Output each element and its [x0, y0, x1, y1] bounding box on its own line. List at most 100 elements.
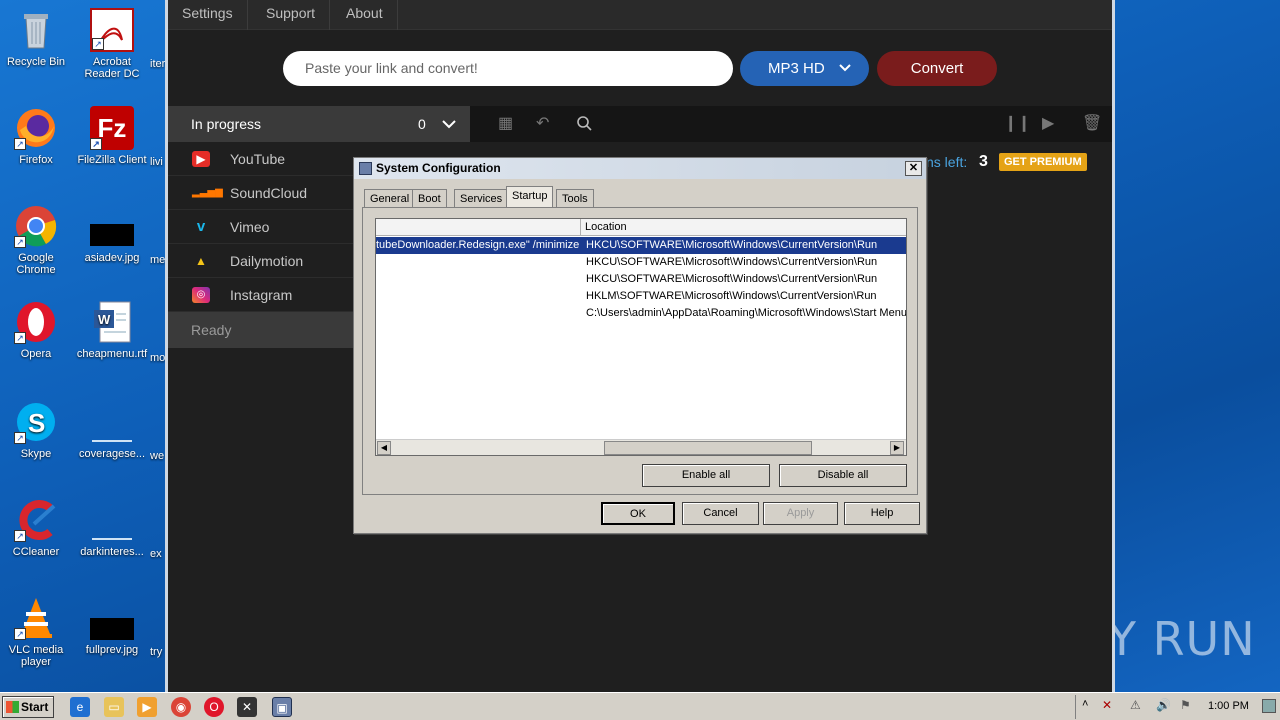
list-item-location: HKCU\SOFTWARE\Microsoft\Windows\CurrentV… [586, 273, 878, 285]
search-icon[interactable] [576, 106, 592, 156]
in-progress-header[interactable]: In progress 0 [168, 106, 470, 142]
list-item[interactable]: tubeDownloader.Redesign.exe" /minimize H… [376, 237, 906, 254]
desktop-icon-coveragese[interactable]: coveragese... [76, 400, 148, 460]
desktop-icon-skype[interactable]: S ↗ Skype [0, 400, 72, 460]
soundcloud-icon: ▂▃▅▆ [192, 187, 223, 198]
tab-services[interactable]: Services [454, 189, 509, 207]
cancel-button[interactable]: Cancel [682, 502, 759, 525]
network-icon[interactable]: ⚠ [1130, 698, 1141, 712]
undo-icon[interactable]: ↶ [536, 106, 549, 142]
sidebar-item-label: YouTube [230, 151, 286, 167]
scroll-left-icon[interactable]: ◀ [377, 441, 391, 455]
desktop-icon-label: we [150, 450, 165, 462]
acrobat-icon: ↗ [90, 8, 134, 52]
format-dropdown[interactable]: MP3 HD [740, 51, 869, 86]
vlc-icon: ↗ [14, 596, 58, 640]
desktop-icon-opera[interactable]: ↗ Opera [0, 300, 72, 360]
word-doc-icon: W [90, 300, 134, 344]
media-player-icon[interactable]: ▶ [137, 697, 157, 717]
column-header-command[interactable] [376, 219, 581, 236]
dialog-titlebar[interactable]: System Configuration ✕ [354, 158, 926, 179]
chevron-down-icon [839, 51, 851, 99]
get-premium-button[interactable]: GET PREMIUM [999, 153, 1087, 171]
downloader-tray-icon[interactable]: ✕ [1102, 698, 1112, 712]
list-item-command: tubeDownloader.Redesign.exe" /minimize [376, 239, 580, 251]
desktop-icon-label: coveragese... [78, 448, 146, 460]
desktop-icon-acrobat[interactable]: ↗ Acrobat Reader DC [76, 8, 148, 80]
desktop-icon-darkinteres[interactable]: darkinteres... [76, 498, 148, 558]
show-desktop-icon[interactable] [1262, 699, 1276, 713]
disable-all-button[interactable]: Disable all [779, 464, 907, 487]
desktop-icon-vlc[interactable]: ↗ VLC media player [0, 596, 72, 668]
list-item[interactable]: HKCU\SOFTWARE\Microsoft\Windows\CurrentV… [376, 254, 906, 271]
msconfig-taskbar-icon[interactable]: ▣ [272, 697, 292, 717]
desktop-icon-filezilla[interactable]: Fz ↗ FileZilla Client [76, 106, 148, 166]
youtube-icon: ▶ [192, 151, 210, 167]
desktop-icon-label: try [150, 646, 163, 658]
dailymotion-icon: ▲ [195, 254, 207, 268]
list-item-location: HKLM\SOFTWARE\Microsoft\Windows\CurrentV… [586, 290, 877, 302]
desktop-icon-fullprev[interactable]: fullprev.jpg [76, 596, 148, 656]
conversions-left-count: 3 [979, 153, 988, 170]
scrollbar-thumb[interactable] [604, 441, 812, 455]
apply-button[interactable]: Apply [763, 502, 838, 525]
menu-settings[interactable]: Settings [168, 0, 248, 30]
tab-tools[interactable]: Tools [556, 189, 594, 207]
tab-boot[interactable]: Boot [412, 189, 447, 207]
list-item[interactable]: HKCU\SOFTWARE\Microsoft\Windows\CurrentV… [376, 271, 906, 288]
desktop-icon-label: fullprev.jpg [85, 644, 139, 656]
desktop-icon-firefox[interactable]: ↗ Firefox [0, 106, 72, 166]
play-icon[interactable]: ▶ [1042, 106, 1054, 142]
explorer-icon[interactable]: ▭ [104, 697, 124, 717]
system-tray: ˄ ✕ ⚠ 🔊 ⚑ [1075, 695, 1280, 719]
desktop-icon-label: FileZilla Client [77, 154, 147, 166]
list-header: Location [376, 219, 906, 236]
desktop-icon-label: iter [150, 58, 166, 70]
scroll-right-icon[interactable]: ▶ [890, 441, 904, 455]
trash-icon[interactable]: 🗑 [1082, 106, 1102, 142]
startup-items-list[interactable]: Location tubeDownloader.Redesign.exe" /m… [375, 218, 907, 456]
ie-icon[interactable]: e [70, 697, 90, 717]
downloader-taskbar-icon[interactable]: ✕ [237, 697, 257, 717]
desktop-icon-label: Firefox [19, 154, 53, 166]
ok-button[interactable]: OK [601, 502, 675, 525]
flag-icon[interactable]: ⚑ [1180, 698, 1191, 712]
desktop-icon-cheapmenu[interactable]: W cheapmenu.rtf [76, 300, 148, 360]
blank-file-icon [90, 498, 134, 542]
filezilla-icon: Fz ↗ [90, 106, 134, 150]
close-button[interactable]: ✕ [905, 161, 922, 176]
list-item[interactable]: HKLM\SOFTWARE\Microsoft\Windows\CurrentV… [376, 288, 906, 305]
sidebar-item-label: Vimeo [230, 219, 270, 235]
enable-all-button[interactable]: Enable all [642, 464, 770, 487]
blank-file-icon [90, 400, 134, 444]
opera-taskbar-icon[interactable]: O [204, 697, 224, 717]
svg-text:W: W [98, 312, 111, 327]
grid-view-icon[interactable]: ▦ [498, 106, 513, 142]
convert-button[interactable]: Convert [877, 51, 997, 86]
desktop-icon-recycle-bin[interactable]: Recycle Bin [0, 8, 72, 68]
start-button[interactable]: Start [2, 696, 54, 718]
horizontal-scrollbar[interactable]: ◀ ▶ [376, 439, 906, 455]
pause-icon[interactable]: ❙❙ [1004, 106, 1031, 142]
menu-about[interactable]: About [332, 0, 398, 30]
column-header-location[interactable]: Location [585, 219, 627, 236]
menu-support[interactable]: Support [252, 0, 331, 30]
list-item-location: C:\Users\admin\AppData\Roaming\Microsoft… [586, 307, 906, 319]
desktop-icon-label: mo [150, 352, 166, 364]
desktop-icon-chrome[interactable]: ↗ Google Chrome [0, 204, 72, 276]
url-input[interactable]: Paste your link and convert! [283, 51, 733, 86]
desktop-icon-asiadev[interactable]: asiadev.jpg [76, 204, 148, 264]
chrome-taskbar-icon[interactable]: ◉ [171, 697, 191, 717]
msconfig-icon [359, 162, 372, 175]
desktop-icon-ccleaner[interactable]: ↗ CCleaner [0, 498, 72, 558]
shortcut-arrow-icon: ↗ [14, 530, 26, 542]
help-button[interactable]: Help [844, 502, 920, 525]
chevron-up-icon[interactable]: ˄ [1082, 698, 1088, 710]
volume-icon[interactable]: 🔊 [1156, 698, 1171, 712]
skype-icon: S ↗ [14, 400, 58, 444]
clock[interactable]: 1:00 PM [1208, 692, 1249, 720]
tab-startup[interactable]: Startup [506, 186, 554, 208]
in-progress-label: In progress [191, 116, 262, 132]
list-item[interactable]: C:\Users\admin\AppData\Roaming\Microsoft… [376, 305, 906, 322]
tab-general[interactable]: General [364, 189, 416, 207]
